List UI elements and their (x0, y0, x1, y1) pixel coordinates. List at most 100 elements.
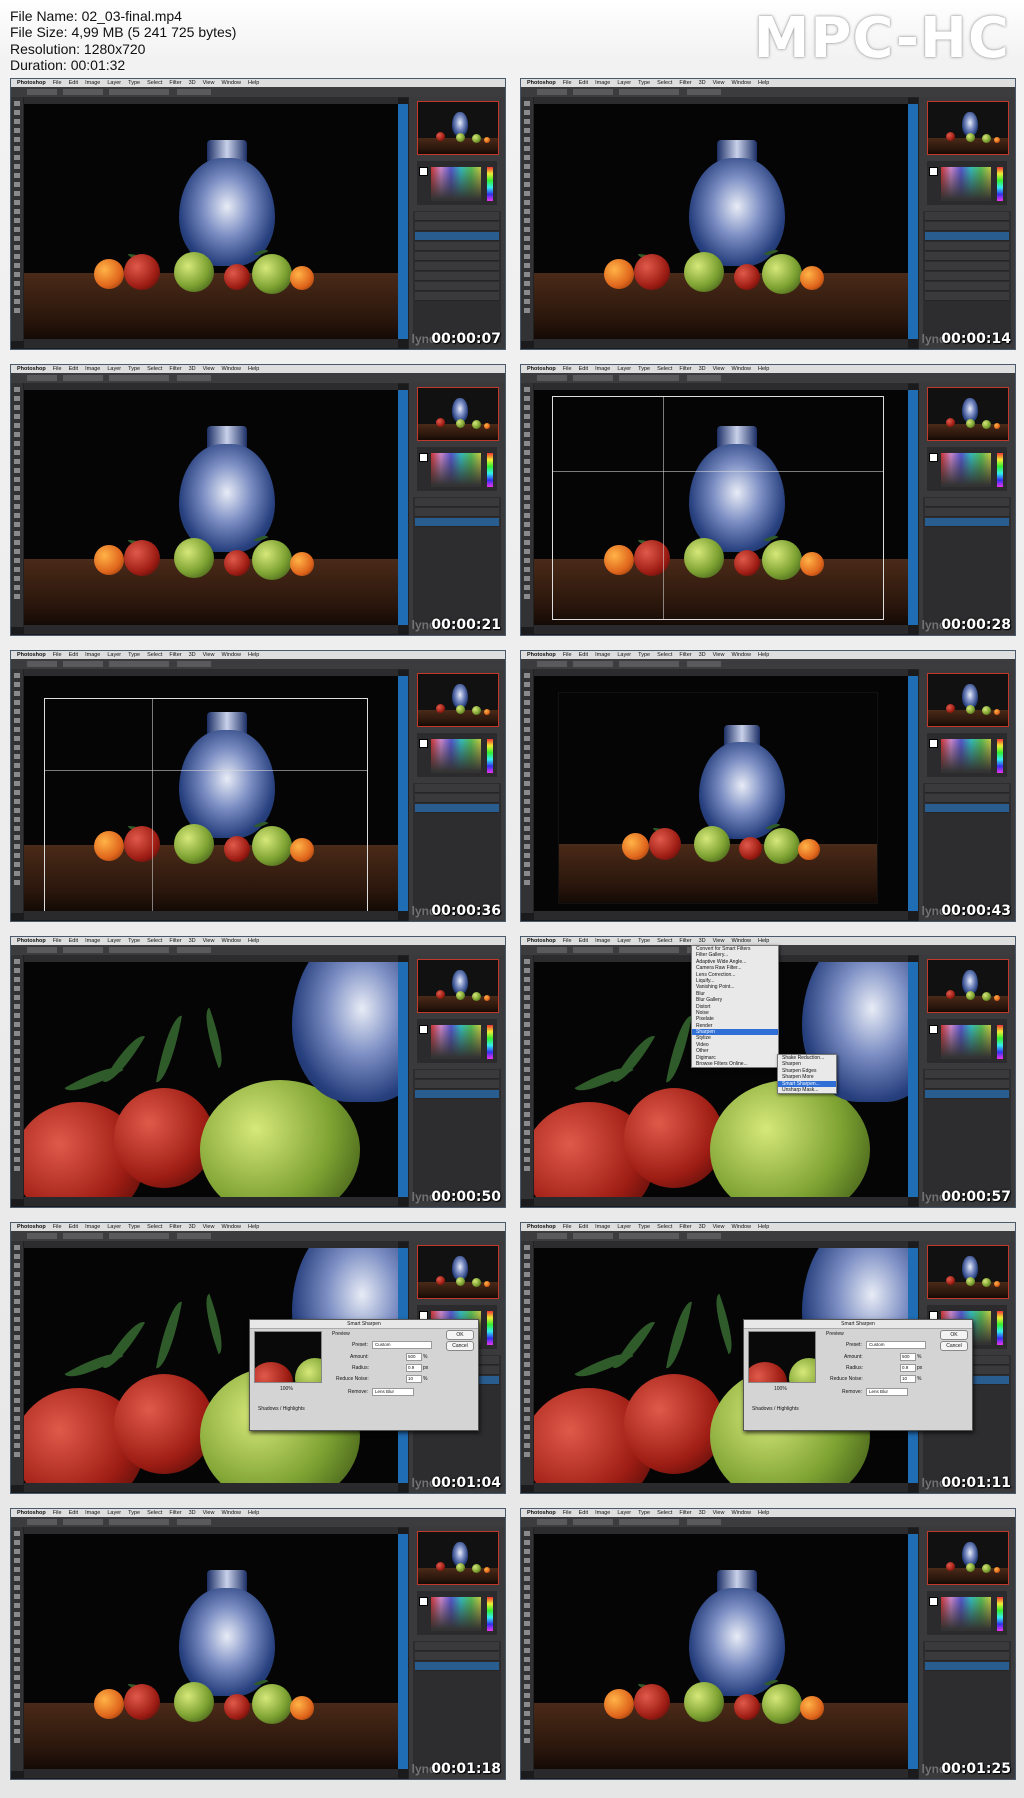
layer-row[interactable] (415, 292, 499, 301)
layers-panel[interactable] (413, 1069, 501, 1201)
menu-item[interactable]: View (713, 1510, 725, 1516)
canvas[interactable] (24, 390, 398, 625)
menu-item[interactable]: Filter (679, 1510, 691, 1516)
navigator-preview[interactable] (927, 1531, 1009, 1585)
navigator-preview[interactable] (417, 387, 499, 441)
layer-row[interactable] (415, 282, 499, 291)
menu-item[interactable]: File (53, 1510, 62, 1516)
menu-item[interactable]: View (203, 366, 215, 372)
menu-item[interactable]: Image (85, 1224, 100, 1230)
canvas[interactable] (24, 962, 398, 1197)
layers-panel[interactable] (923, 497, 1011, 629)
layer-row[interactable] (925, 282, 1009, 291)
layer-row[interactable] (925, 1662, 1009, 1671)
menu-item[interactable]: Help (248, 938, 259, 944)
menu-item[interactable]: Image (595, 1224, 610, 1230)
layer-row[interactable] (925, 272, 1009, 281)
menu-item[interactable]: Photoshop (17, 1224, 46, 1230)
canvas[interactable] (24, 104, 398, 339)
menu-item[interactable]: Select (657, 1224, 672, 1230)
layers-panel[interactable] (413, 211, 501, 343)
shadows-highlights-toggle[interactable]: Shadows / Highlights (258, 1406, 305, 1412)
menu-item[interactable]: Type (128, 938, 140, 944)
document-tab[interactable] (24, 669, 398, 676)
menu-item[interactable]: Select (147, 80, 162, 86)
menu-item[interactable]: Select (147, 1224, 162, 1230)
layers-panel[interactable] (413, 497, 501, 629)
navigator-preview[interactable] (927, 673, 1009, 727)
menu-item[interactable]: View (203, 1510, 215, 1516)
menu-item[interactable]: Help (758, 366, 769, 372)
layer-row[interactable] (415, 272, 499, 281)
menu-item[interactable]: View (203, 652, 215, 658)
layer-row[interactable] (925, 242, 1009, 251)
menu-item[interactable]: Window (731, 366, 751, 372)
reduce-noise-input[interactable]: 10 (406, 1375, 422, 1383)
menu-item[interactable]: 3D (189, 80, 196, 86)
menu-item[interactable]: Photoshop (527, 1510, 556, 1516)
color-panel[interactable] (927, 447, 1007, 491)
preview-label[interactable]: Preview (826, 1331, 844, 1337)
menu-item[interactable]: Help (248, 1510, 259, 1516)
layer-row[interactable] (415, 232, 499, 241)
menu-item[interactable]: Window (221, 1510, 241, 1516)
menu-item[interactable]: Select (657, 1510, 672, 1516)
navigator-preview[interactable] (417, 101, 499, 155)
layer-row[interactable] (415, 252, 499, 261)
menu-item[interactable]: File (53, 366, 62, 372)
preview-label[interactable]: Preview (332, 1331, 350, 1337)
menu-item[interactable]: Filter (169, 652, 181, 658)
navigator-preview[interactable] (417, 959, 499, 1013)
menu-item[interactable]: Select (147, 652, 162, 658)
navigator-preview[interactable] (927, 959, 1009, 1013)
menu-item[interactable]: 3D (189, 1510, 196, 1516)
menu-item[interactable]: File (563, 652, 572, 658)
menu-item[interactable]: Photoshop (17, 938, 46, 944)
menu-item[interactable]: Help (758, 80, 769, 86)
menu-item[interactable]: Type (128, 366, 140, 372)
layer-row[interactable] (415, 1662, 499, 1671)
menu-item[interactable]: Type (128, 652, 140, 658)
menu-item[interactable]: File (563, 366, 572, 372)
menu-item[interactable]: 3D (699, 1224, 706, 1230)
dialog-preview[interactable] (748, 1331, 816, 1383)
menu-item[interactable]: File (53, 80, 62, 86)
menu-item[interactable]: Layer (107, 366, 121, 372)
menu-item[interactable]: 3D (189, 652, 196, 658)
menu-item[interactable]: Photoshop (527, 1224, 556, 1230)
document-tab[interactable] (24, 97, 398, 104)
menu-item[interactable]: Layer (107, 80, 121, 86)
menu-item[interactable]: Photoshop (527, 366, 556, 372)
color-panel[interactable] (927, 161, 1007, 205)
dialog-preview[interactable] (254, 1331, 322, 1383)
layers-panel[interactable] (923, 1641, 1011, 1773)
menu-item[interactable]: Edit (579, 1224, 588, 1230)
navigator-preview[interactable] (417, 1245, 499, 1299)
menu-item[interactable]: Window (731, 1224, 751, 1230)
menu-item[interactable]: Type (128, 80, 140, 86)
menu-item[interactable]: Window (731, 652, 751, 658)
canvas[interactable] (24, 1534, 398, 1769)
menu-item[interactable]: File (563, 938, 572, 944)
shadows-highlights-toggle[interactable]: Shadows / Highlights (752, 1406, 799, 1412)
menu-item[interactable]: Window (221, 1224, 241, 1230)
canvas[interactable] (534, 1534, 908, 1769)
menu-item[interactable]: Image (85, 80, 100, 86)
cancel-button[interactable]: Cancel (446, 1341, 474, 1351)
menu-item[interactable]: View (203, 938, 215, 944)
document-tab[interactable] (534, 383, 908, 390)
smart-sharpen-dialog[interactable]: Smart Sharpen Preview OK Cancel Preset: Custo… (249, 1319, 479, 1431)
menu-item[interactable]: Type (638, 80, 650, 86)
menu-item[interactable]: File (563, 80, 572, 86)
menu-item[interactable]: Filter (169, 1224, 181, 1230)
menu-item[interactable]: Edit (69, 1224, 78, 1230)
menu-item[interactable]: Help (758, 1510, 769, 1516)
menu-item[interactable]: 3D (189, 1224, 196, 1230)
menu-item[interactable]: Edit (69, 80, 78, 86)
navigator-preview[interactable] (927, 101, 1009, 155)
layer-row[interactable] (925, 262, 1009, 271)
menu-item[interactable]: Layer (617, 366, 631, 372)
color-panel[interactable] (417, 1591, 497, 1635)
menu-item[interactable]: File (53, 938, 62, 944)
menu-item[interactable]: Help (248, 1224, 259, 1230)
